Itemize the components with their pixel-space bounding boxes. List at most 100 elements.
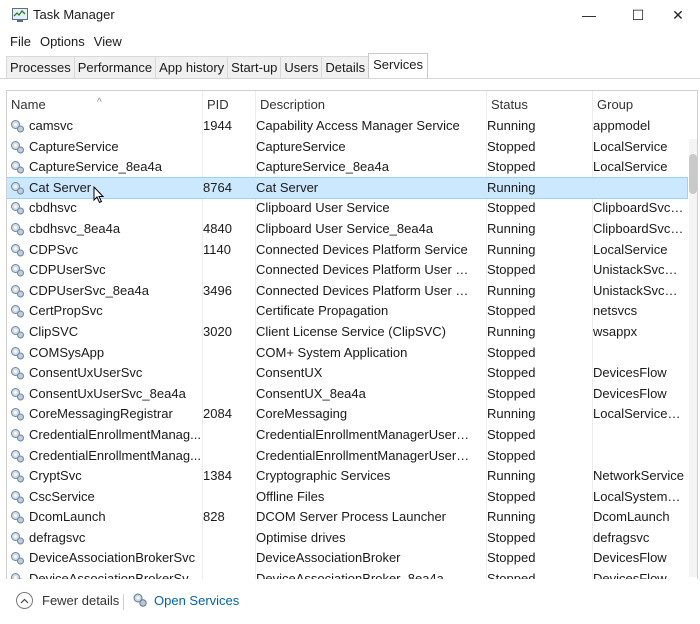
table-row[interactable]: CoreMessagingRegistrar 2084 CoreMessaging R…	[7, 404, 687, 425]
service-description: CredentialEnrollmentManagerUserSvc...	[256, 447, 476, 463]
table-row[interactable]: CDPUserSvc_8ea4a 3496 Connected Devices Pl…	[7, 281, 687, 302]
service-description: CoreMessaging	[256, 406, 348, 422]
maximize-button[interactable]: ☐	[616, 0, 660, 30]
service-pid	[203, 301, 249, 321]
tab-app-history[interactable]: App history	[155, 56, 229, 78]
tab-processes[interactable]: Processes	[6, 56, 75, 78]
table-row[interactable]: Cat Server 8764 Cat Server Running	[7, 176, 688, 200]
service-status: Stopped	[487, 365, 536, 381]
service-pid	[203, 157, 249, 177]
window-title: Task Manager	[33, 7, 115, 22]
service-pid	[203, 260, 249, 280]
table-row[interactable]: ClipSVC 3020 Client License Service (ClipS…	[7, 322, 687, 343]
tab-startup[interactable]: Start-up	[227, 56, 282, 78]
service-group: DevicesFlow	[593, 385, 667, 401]
menu-file[interactable]: File	[0, 31, 36, 53]
table-row[interactable]: CryptSvc 1384 Cryptographic Services Runnin…	[7, 466, 687, 487]
service-name: CoreMessagingRegistrar	[29, 406, 173, 422]
service-pid	[203, 198, 249, 218]
service-description: CredentialEnrollmentManagerUserSvc	[256, 426, 476, 442]
service-status: Running	[487, 468, 536, 484]
tab-users[interactable]: Users	[280, 56, 323, 78]
service-group: DevicesFlow	[593, 550, 667, 566]
service-pid: 1944	[203, 118, 232, 133]
minimize-button[interactable]: —	[567, 0, 611, 30]
column-header-status[interactable]: Status	[487, 91, 593, 115]
service-description: ConsentUX_8ea4a	[256, 385, 366, 401]
table-row[interactable]: DeviceAssociationBrokerSvc DeviceAssociat…	[7, 548, 687, 569]
table-row[interactable]: CDPSvc 1140 Connected Devices Platform Ser…	[7, 240, 687, 261]
service-pid: 4840	[203, 220, 232, 236]
service-status: Stopped	[487, 426, 536, 442]
service-status: Stopped	[487, 550, 536, 566]
table-row[interactable]: ConsentUxUserSvc ConsentUX Stopped DevicesF…	[7, 363, 687, 384]
service-status: Running	[487, 118, 536, 133]
service-name: CDPSvc	[29, 241, 79, 257]
service-group	[593, 343, 687, 363]
service-status: Stopped	[487, 385, 536, 401]
table-row[interactable]: CDPUserSvc Connected Devices Platform Use…	[7, 260, 687, 281]
vertical-scrollbar[interactable]	[689, 139, 697, 577]
scrollbar-thumb[interactable]	[689, 154, 697, 194]
services-table: Name ^ PID Description Status Group cams…	[6, 90, 698, 579]
table-row[interactable]: CertPropSvc Certificate Propagation Stoppe…	[7, 301, 687, 322]
service-name: CredentialEnrollmentManag...	[29, 447, 201, 463]
service-group: LocalSystemNe...	[593, 488, 687, 504]
service-group: DevicesFlow	[593, 365, 667, 381]
service-status: Running	[487, 179, 536, 195]
fewer-details-button[interactable]: Fewer details	[16, 592, 119, 609]
service-description: Clipboard User Service_8ea4a	[256, 220, 434, 236]
service-status: Stopped	[487, 571, 536, 579]
service-group: LocalServiceNo...	[593, 406, 687, 422]
service-status: Stopped	[487, 303, 536, 319]
table-row[interactable]: defragsvc Optimise drives Stopped defragsvc	[7, 528, 687, 549]
tab-performance[interactable]: Performance	[73, 56, 157, 78]
service-pid: 3496	[203, 282, 232, 298]
column-header-description[interactable]: Description	[256, 91, 487, 115]
service-description: Client License Service (ClipSVC)	[256, 323, 447, 339]
column-header-pid[interactable]: PID	[203, 91, 256, 115]
table-row[interactable]: CaptureService_8ea4a CaptureService_8ea4a…	[7, 157, 687, 178]
menu-view[interactable]: View	[90, 31, 127, 53]
tab-services[interactable]: Services	[368, 53, 428, 78]
table-row[interactable]: cbdhsvc_8ea4a 4840 Clipboard User Service_…	[7, 219, 687, 240]
service-group	[593, 178, 687, 198]
service-description: Connected Devices Platform User Ser...	[256, 282, 476, 298]
open-services-link[interactable]: Open Services	[132, 592, 239, 608]
table-row[interactable]: ConsentUxUserSvc_8ea4a ConsentUX_8ea4a Sto…	[7, 384, 687, 405]
service-name: CaptureService	[29, 138, 119, 154]
service-status: Running	[487, 323, 536, 339]
table-row[interactable]: DeviceAssociationBrokerSv... DeviceAssoci…	[7, 569, 687, 579]
service-name: ConsentUxUserSvc	[29, 365, 143, 381]
table-row[interactable]: CaptureService CaptureService Stopped Local…	[7, 137, 687, 158]
service-status: Stopped	[487, 200, 536, 216]
tab-details[interactable]: Details	[321, 56, 370, 78]
tab-strip: Processes Performance App history Start-…	[6, 53, 428, 78]
table-row[interactable]: CscService Offline Files Stopped LocalSyste…	[7, 487, 687, 508]
table-row[interactable]: CredentialEnrollmentManag... CredentialEn…	[7, 446, 687, 467]
table-row[interactable]: COMSysApp COM+ System Application Stopped	[7, 343, 687, 364]
column-name-label: Name	[11, 97, 46, 112]
table-row[interactable]: DcomLaunch 828 DCOM Server Process Launche…	[7, 507, 687, 528]
table-row[interactable]: camsvc 1944 Capability Access Manager Serv…	[7, 116, 687, 137]
column-header-name[interactable]: Name ^	[7, 91, 203, 115]
menu-options[interactable]: Options	[36, 31, 90, 53]
title-bar: Task Manager — ☐ ✕	[0, 0, 700, 30]
table-row[interactable]: CredentialEnrollmentManag... CredentialEn…	[7, 425, 687, 446]
close-button[interactable]: ✕	[656, 0, 700, 30]
service-status: Stopped	[487, 138, 536, 154]
column-header-group[interactable]: Group	[593, 91, 697, 115]
service-status: Stopped	[487, 488, 536, 504]
service-group: LocalService	[593, 138, 668, 154]
service-pid	[203, 384, 249, 404]
table-header: Name ^ PID Description Status Group	[7, 91, 697, 115]
menu-bar: File Options View	[0, 31, 127, 53]
service-name: Cat Server	[29, 179, 92, 195]
service-name: CryptSvc	[29, 468, 82, 484]
service-group: NetworkService	[593, 468, 685, 484]
service-group: UnistackSvcGro...	[593, 262, 687, 278]
service-group	[593, 425, 687, 445]
service-pid	[203, 528, 249, 548]
table-row[interactable]: cbdhsvc Clipboard User Service Stopped Clip…	[7, 198, 687, 219]
service-group: defragsvc	[593, 529, 650, 545]
